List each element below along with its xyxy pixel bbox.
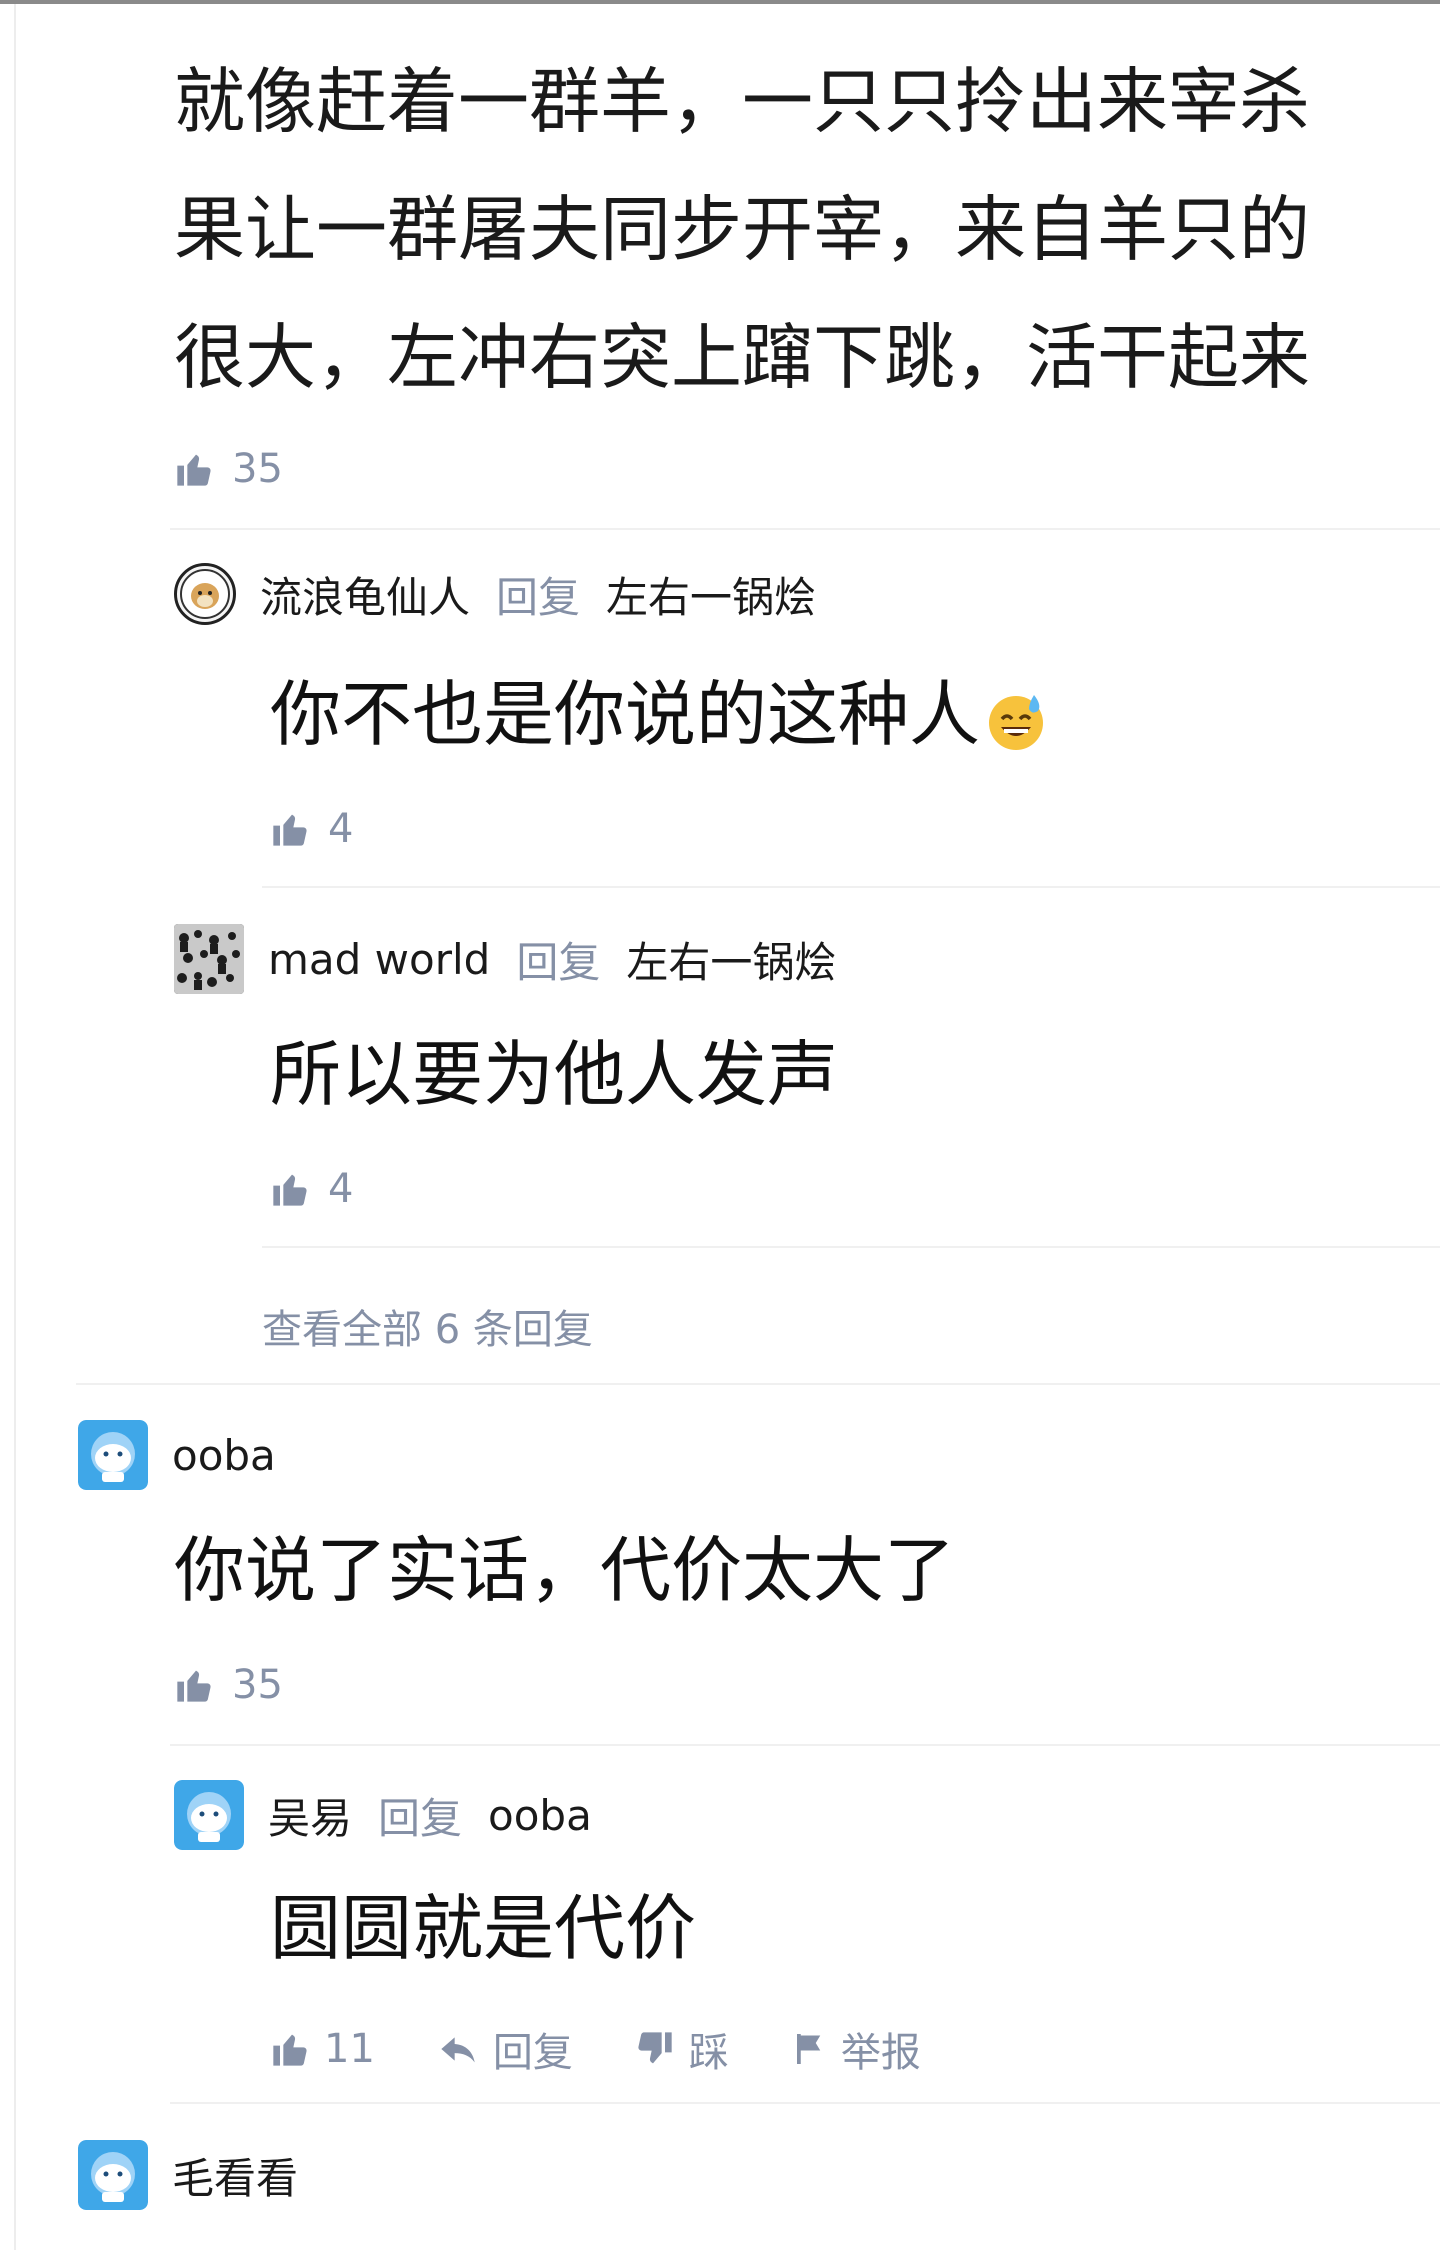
- thumbs-down-icon: [638, 2032, 672, 2064]
- reply-text-content: 你不也是你说的这种人: [270, 673, 981, 756]
- reply-action-bar: 11 回复 踩 举报: [270, 2020, 983, 2078]
- comment-like-button[interactable]: 35: [174, 1662, 283, 1708]
- view-all-replies-link[interactable]: 查看全部 6 条回复: [262, 1297, 593, 1355]
- avatar[interactable]: [174, 1780, 244, 1850]
- reply-target[interactable]: ooba: [488, 1791, 592, 1840]
- default-avatar-icon: [174, 1780, 244, 1850]
- default-avatar-icon: [78, 1420, 148, 1490]
- top-comment-like-button[interactable]: 35: [174, 446, 283, 492]
- reply-header: 吴易 回复 ooba: [174, 1780, 592, 1850]
- reply-author[interactable]: mad world: [268, 935, 490, 984]
- top-comment-text: 就像赶着一群羊，一只只拎出来宰杀 果让一群屠夫同步开宰，来自羊只的 很大，左冲右…: [174, 38, 1440, 422]
- divider: [76, 1383, 1440, 1385]
- reply-text: 圆圆就是代价: [270, 1884, 696, 1974]
- comment-text-content: 你说了实话，代价太大了: [174, 1529, 956, 1612]
- reply-target[interactable]: 左右一锅烩: [626, 929, 836, 990]
- comment-header: ooba: [78, 1420, 276, 1490]
- thumbs-up-icon: [177, 454, 211, 486]
- reply-label: 回复: [516, 937, 601, 987]
- left-border: [14, 4, 16, 2250]
- top-comment-line-1: 就像赶着一群羊，一只只拎出来宰杀: [174, 60, 1311, 143]
- thumbs-up-icon: [273, 1174, 307, 1206]
- thumbs-up-icon: [177, 1670, 211, 1702]
- comment-text: 你说了实话，代价太大了: [174, 1526, 955, 1616]
- reply-like-button[interactable]: 4: [270, 806, 353, 852]
- divider: [170, 528, 1440, 530]
- like-count: 35: [232, 1662, 283, 1708]
- reply-button[interactable]: 回复: [437, 2020, 573, 2078]
- reply-arrow-icon: [441, 2037, 475, 2063]
- thumbs-up-icon: [273, 2034, 307, 2066]
- avatar[interactable]: [78, 1420, 148, 1490]
- comment-header: 毛看看: [78, 2140, 298, 2210]
- divider: [262, 886, 1440, 888]
- report-button[interactable]: 举报: [791, 2020, 921, 2078]
- comment-author[interactable]: 毛看看: [172, 2145, 298, 2206]
- reply-label: 回复: [378, 1793, 463, 1843]
- doge-avatar-icon: [180, 569, 230, 619]
- reply-header: mad world 回复 左右一锅烩: [174, 924, 836, 994]
- like-count: 4: [328, 1166, 354, 1212]
- top-border: [0, 0, 1440, 4]
- sweat-smile-emoji-icon: [984, 684, 1048, 774]
- thumbs-up-icon: [273, 814, 307, 846]
- like-button[interactable]: 11: [270, 2026, 375, 2072]
- divider: [170, 1744, 1440, 1746]
- crowd-avatar-icon: [174, 924, 244, 994]
- reply-author[interactable]: 流浪龟仙人: [260, 564, 470, 625]
- dislike-label: 踩: [688, 2030, 729, 2076]
- reply-text-content: 圆圆就是代价: [270, 1887, 697, 1970]
- reply-text: 所以要为他人发声: [270, 1030, 838, 1120]
- dislike-button[interactable]: 踩: [635, 2020, 729, 2078]
- top-comment-line-2: 果让一群屠夫同步开宰，来自羊只的: [174, 188, 1311, 271]
- divider: [170, 2102, 1440, 2104]
- reply-like-button[interactable]: 4: [270, 1166, 353, 1212]
- report-label: 举报: [840, 2030, 921, 2076]
- comment-author[interactable]: ooba: [172, 1431, 276, 1480]
- flag-icon: [796, 2034, 821, 2064]
- reply-header: 流浪龟仙人 回复 左右一锅烩: [174, 563, 816, 625]
- reply-label: 回复: [496, 572, 581, 622]
- reply-text-content: 所以要为他人发声: [270, 1033, 839, 1116]
- like-count: 4: [328, 806, 354, 852]
- top-comment-line-3: 很大，左冲右突上蹿下跳，活干起来: [174, 316, 1311, 399]
- default-avatar-icon: [78, 2140, 148, 2210]
- reply-author[interactable]: 吴易: [268, 1785, 352, 1846]
- reply-target[interactable]: 左右一锅烩: [606, 564, 816, 625]
- avatar[interactable]: [78, 2140, 148, 2210]
- divider: [262, 1246, 1440, 1248]
- avatar[interactable]: [174, 563, 236, 625]
- avatar[interactable]: [174, 924, 244, 994]
- like-count: 35: [232, 446, 283, 492]
- reply-button-label: 回复: [492, 2030, 573, 2076]
- reply-text: 你不也是你说的这种人: [270, 670, 1048, 774]
- like-count: 11: [324, 2026, 375, 2072]
